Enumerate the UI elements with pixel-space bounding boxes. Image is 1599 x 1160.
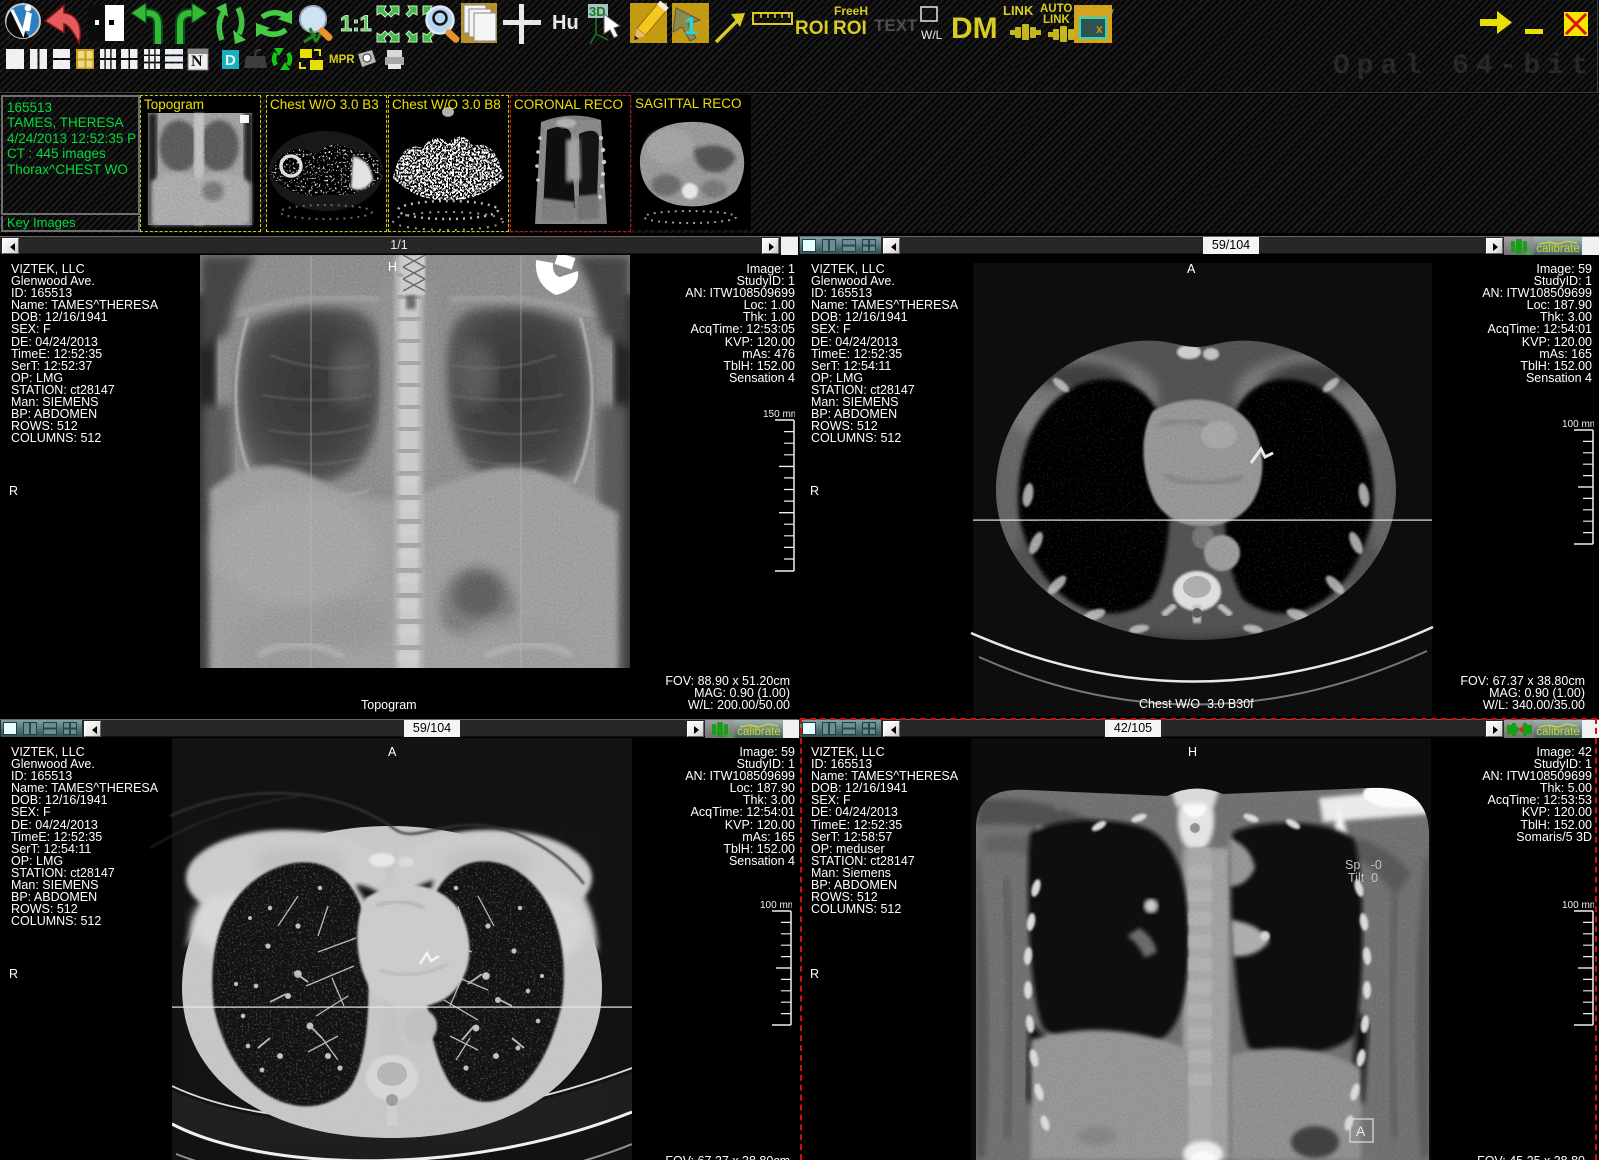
svg-text:DM: DM [951,12,998,45]
svg-text:LINK: LINK [1003,3,1034,18]
svg-text:3D: 3D [589,4,606,19]
svg-text:1: 1 [684,13,697,40]
svg-text:100 mm: 100 mm [760,900,792,911]
svg-text:150 mm: 150 mm [763,409,795,420]
svg-text:MPR: MPR [329,54,355,66]
svg-text:Hu: Hu [552,12,579,34]
svg-text:LINK: LINK [1043,14,1071,26]
svg-text:W/L: W/L [921,28,943,42]
svg-text:100 mm: 100 mm [1562,419,1594,430]
svg-text:x: x [1096,22,1103,36]
svg-text:TEXT: TEXT [874,16,918,35]
svg-text:FreeH: FreeH [834,4,868,18]
svg-text:1:1: 1:1 [340,11,372,36]
svg-text:ROI: ROI [795,18,829,39]
svg-text:N: N [191,53,203,70]
svg-text:D: D [225,52,236,69]
svg-text:Overlay: Overlay [1076,6,1114,18]
svg-text:ROI: ROI [833,18,867,39]
